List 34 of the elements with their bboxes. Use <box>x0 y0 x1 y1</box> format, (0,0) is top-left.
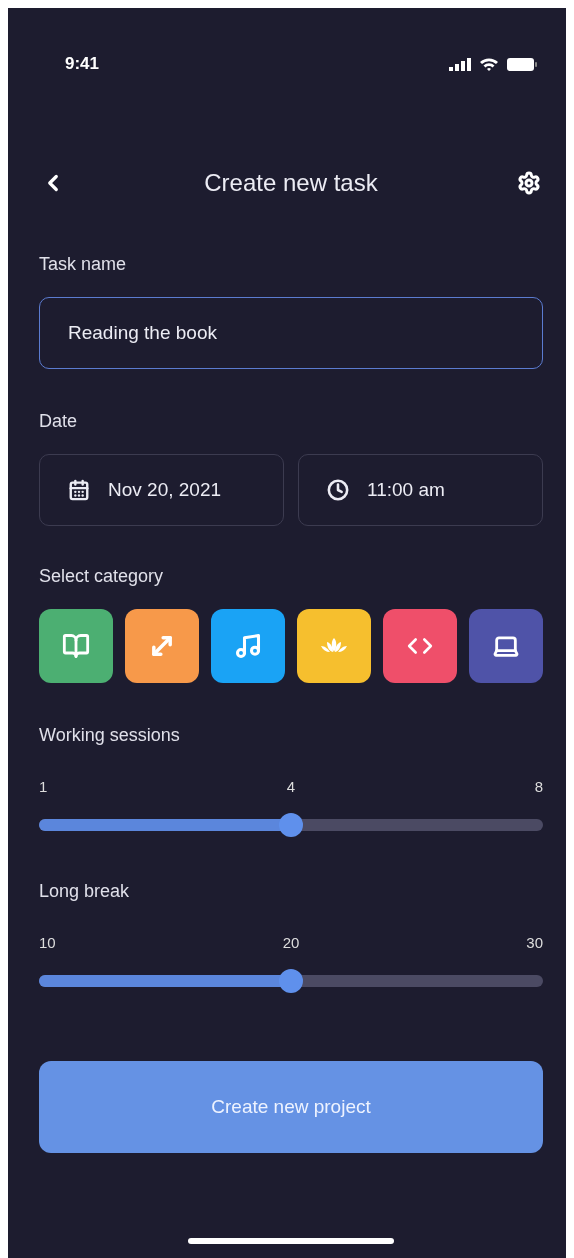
gear-icon <box>517 171 541 195</box>
calendar-icon <box>68 479 90 501</box>
field-label: Date <box>39 411 79 432</box>
slider-label: Long break <box>39 881 131 902</box>
battery-icon <box>507 57 537 71</box>
category-button[interactable] <box>383 609 457 683</box>
category-button[interactable] <box>39 609 113 683</box>
category-button[interactable] <box>125 609 199 683</box>
section-label: Select category <box>39 566 165 587</box>
signal-icon <box>449 57 471 71</box>
wifi-icon <box>479 57 499 71</box>
slider-value: 20 <box>282 934 300 951</box>
category-button[interactable] <box>469 609 543 683</box>
slider-max: 8 <box>534 778 543 795</box>
date-field[interactable]: Nov 20, 2021 <box>39 454 284 526</box>
clock-icon <box>327 479 349 501</box>
settings-button[interactable] <box>515 169 543 197</box>
screen-title: Create new task <box>204 169 378 197</box>
task-name-field[interactable]: Reading the book <box>39 297 543 369</box>
slider-label: Working sessions <box>39 725 181 746</box>
category-button[interactable] <box>297 609 371 683</box>
music-note-icon <box>234 632 262 660</box>
book-icon <box>62 632 90 660</box>
status-time: 9:41 <box>65 54 100 74</box>
slider-value: 4 <box>286 778 296 795</box>
category-button[interactable] <box>211 609 285 683</box>
slider-min: 1 <box>39 778 48 795</box>
slider-thumb[interactable] <box>279 813 303 837</box>
slider-min: 10 <box>39 934 56 951</box>
time-field[interactable]: 11:00 am <box>298 454 543 526</box>
lotus-icon <box>321 638 347 654</box>
slider-thumb[interactable] <box>279 969 303 993</box>
field-label: Task name <box>39 254 128 275</box>
slider-max: 30 <box>526 934 543 951</box>
